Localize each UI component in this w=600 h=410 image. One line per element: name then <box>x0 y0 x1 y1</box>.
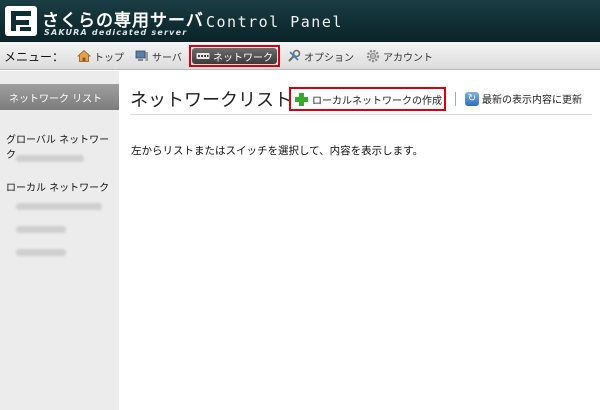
menu-item-account[interactable]: アカウント <box>363 46 436 66</box>
logo-subtitle: SAKURA dedicated server <box>44 28 188 37</box>
menu-label: メニュー： <box>4 50 65 64</box>
sakura-logo-icon <box>5 6 37 36</box>
menu-item-label: ネットワーク <box>213 52 273 64</box>
menu-item-network[interactable]: ネットワーク <box>189 45 280 67</box>
menu-item-label: オプション <box>304 52 354 64</box>
menu-item-option[interactable]: オプション <box>284 46 357 66</box>
menu-item-label: トップ <box>94 52 124 64</box>
gear-icon <box>366 49 380 63</box>
tools-icon <box>287 49 301 63</box>
instruction-message: 左からリストまたはスイッチを選択して、内容を表示します。 <box>131 145 424 157</box>
refresh-button[interactable]: ↻ 最新の表示内容に更新 <box>465 91 582 106</box>
menu-bar: メニュー： トップ サーバ ネットワーク オプション アカウント <box>0 42 600 70</box>
menu-item-label: サーバ <box>152 52 182 64</box>
refresh-label: 最新の表示内容に更新 <box>482 95 582 106</box>
blurred-list-item[interactable] <box>16 226 66 233</box>
blurred-list-item[interactable] <box>16 203 102 210</box>
app-header: さくらの専用サーバ SAKURA dedicated server Contro… <box>0 0 600 42</box>
home-icon <box>77 49 91 63</box>
blurred-list-item[interactable] <box>16 249 66 256</box>
sidebar-group-local[interactable]: ローカル ネットワーク <box>6 179 109 194</box>
refresh-icon: ↻ <box>465 91 479 106</box>
network-switch-icon <box>196 49 210 63</box>
plus-icon <box>295 92 308 106</box>
toolbar-divider <box>455 92 456 106</box>
sidebar-header: ネットワーク リスト <box>0 84 119 110</box>
server-icon <box>135 49 149 63</box>
menu-item-top[interactable]: トップ <box>74 46 127 66</box>
blurred-list-item[interactable] <box>16 155 84 162</box>
create-local-network-label: ローカルネットワークの作成 <box>312 95 442 107</box>
menu-item-server[interactable]: サーバ <box>132 46 185 66</box>
title-divider <box>130 114 592 115</box>
sidebar: ネットワーク リスト グローバル ネットワーク ローカル ネットワーク <box>0 71 119 410</box>
page-title: ネットワークリスト <box>130 90 292 111</box>
create-local-network-button[interactable]: ローカルネットワークの作成 <box>289 87 446 111</box>
menu-item-label: アカウント <box>383 52 433 64</box>
control-panel-title: Control Panel <box>206 13 343 31</box>
